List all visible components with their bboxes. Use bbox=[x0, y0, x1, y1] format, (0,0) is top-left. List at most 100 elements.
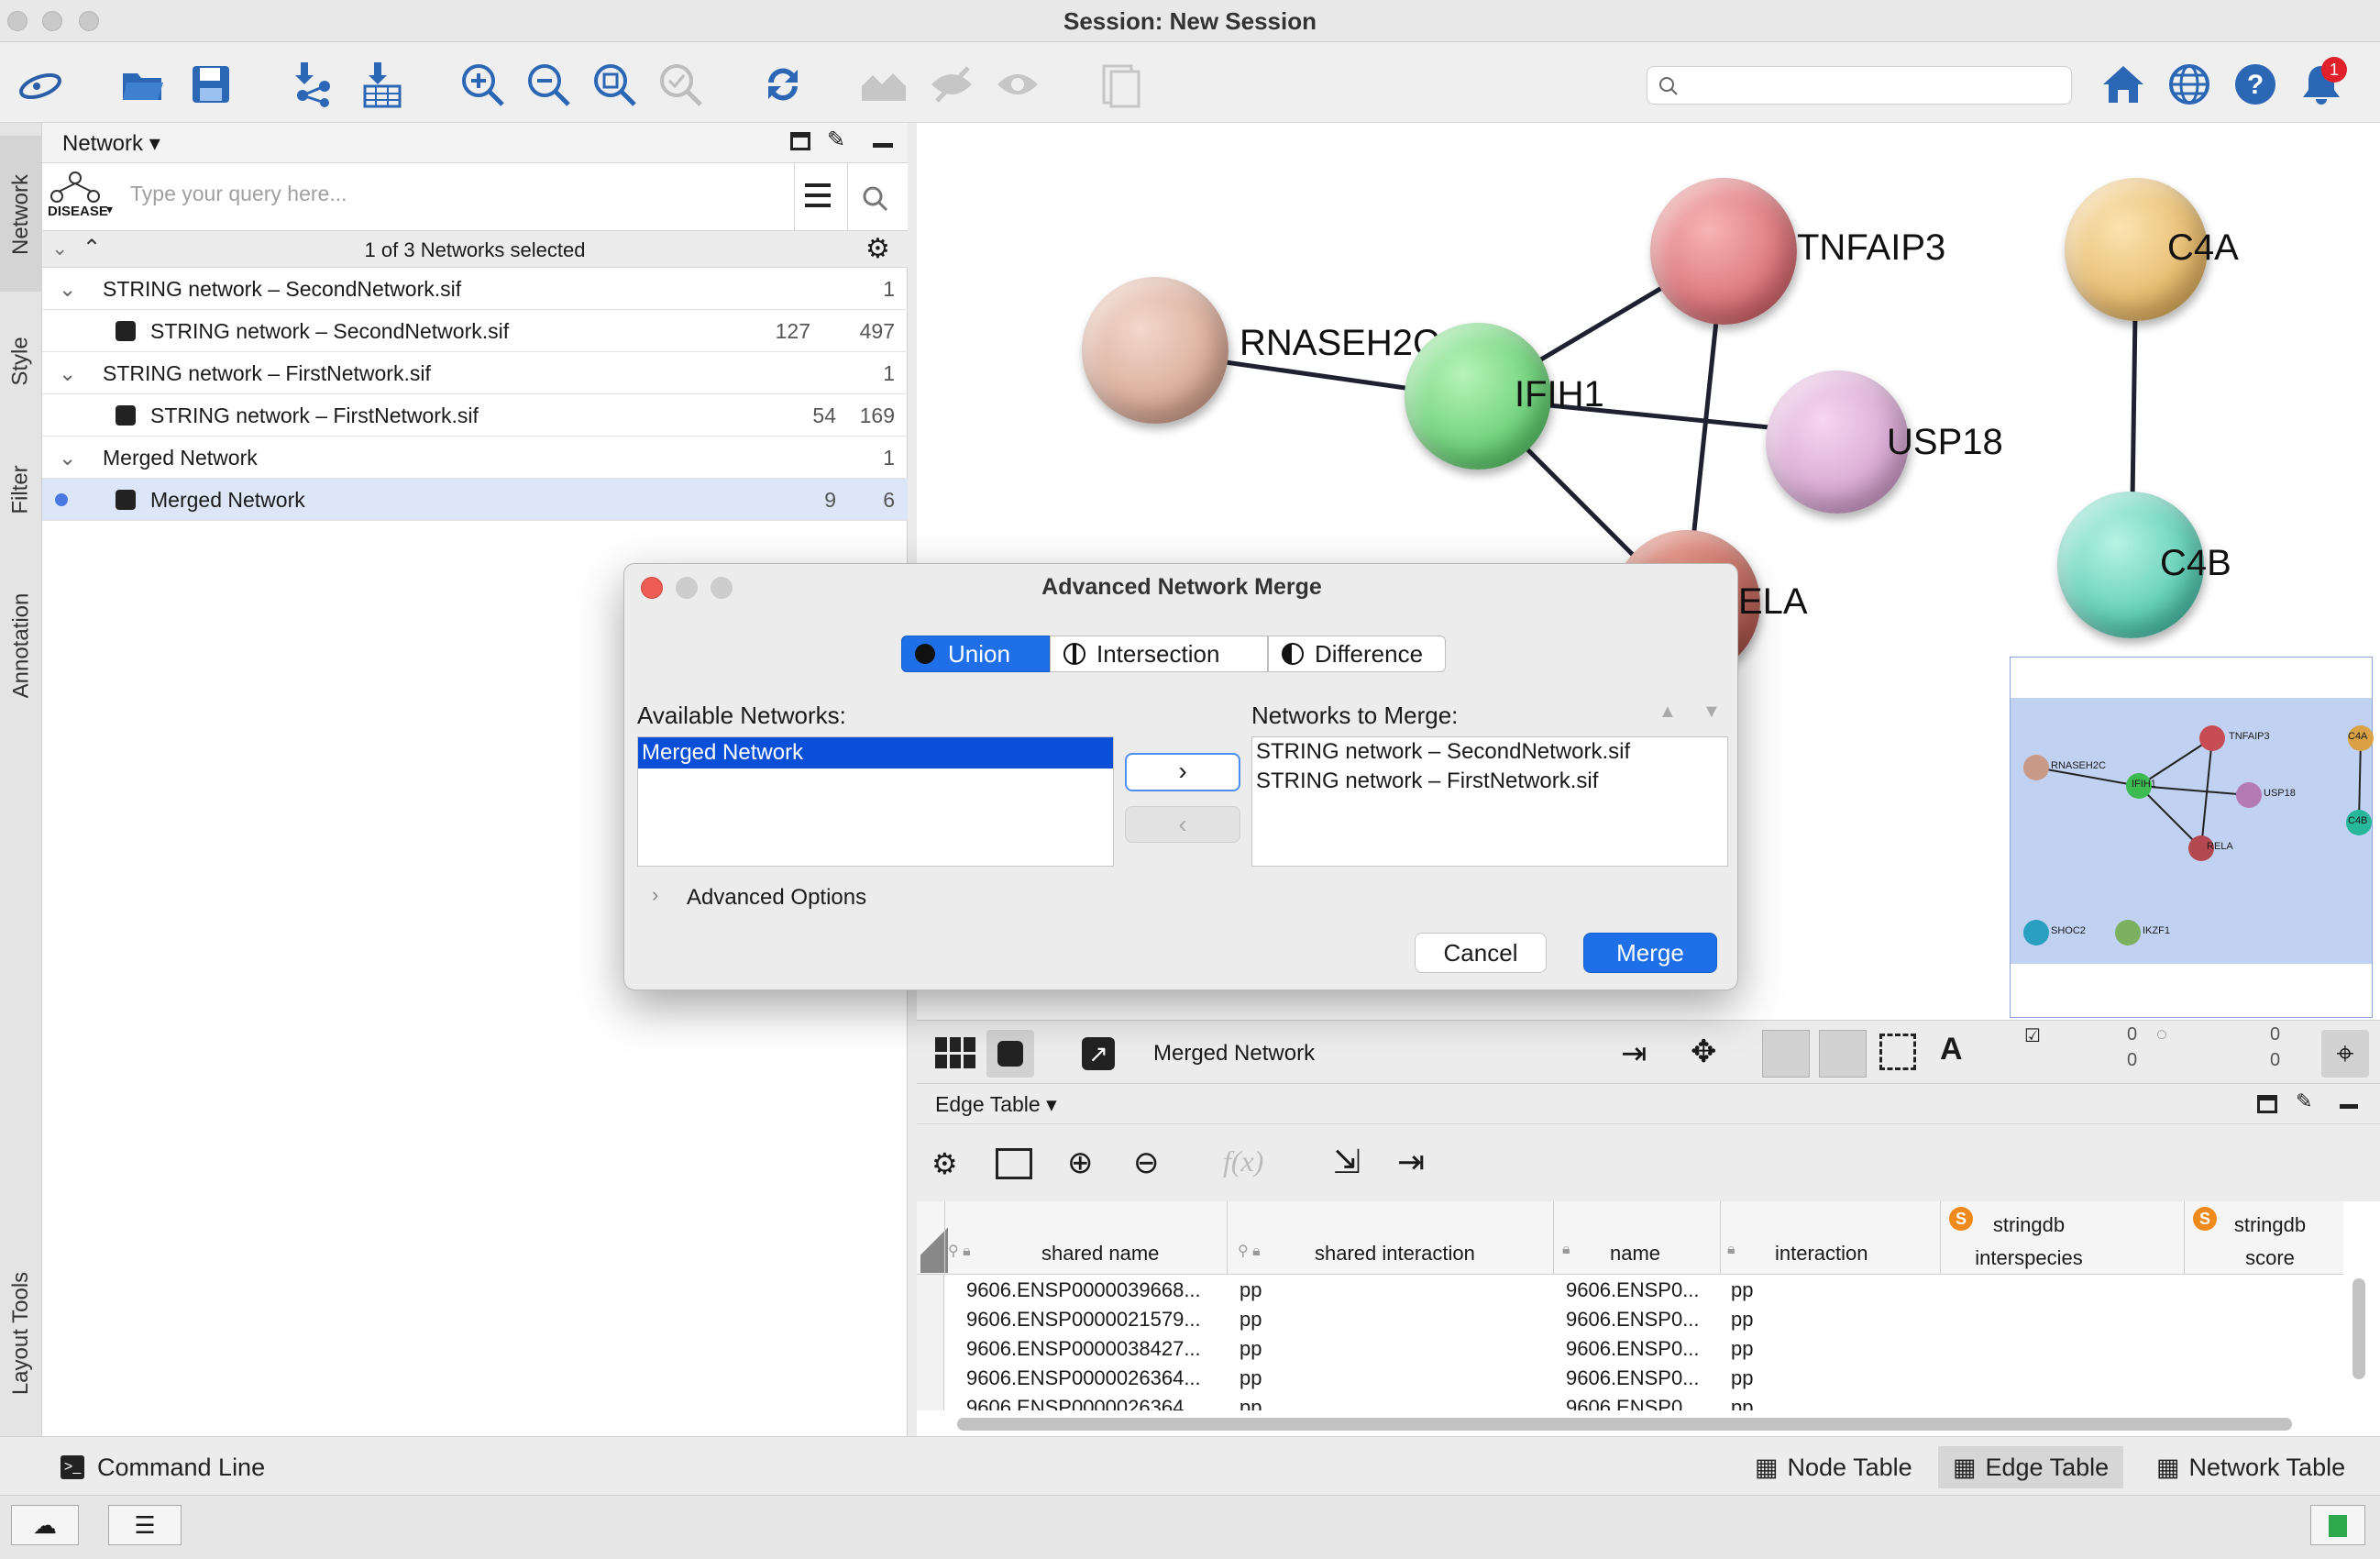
command-line-button[interactable]: >_ Command Line bbox=[46, 1446, 280, 1488]
zoom-in-icon[interactable] bbox=[455, 57, 510, 112]
edge-table-title[interactable]: Edge Table ▾ bbox=[935, 1092, 1057, 1117]
chevron-down-icon[interactable]: ⌄ bbox=[59, 277, 76, 302]
move-icon[interactable]: ✥ bbox=[1691, 1034, 1717, 1070]
export-arrow-icon[interactable]: ↗ bbox=[1082, 1037, 1115, 1070]
col-stringdb-interspecies[interactable]: stringdb interspecies bbox=[1967, 1209, 2090, 1275]
col-stringdb-score[interactable]: stringdb score bbox=[2224, 1209, 2316, 1275]
globe-icon[interactable] bbox=[2162, 57, 2217, 112]
float-panel-icon[interactable] bbox=[2257, 1095, 2277, 1113]
table-row[interactable]: 9606.ENSP0000026364... pp 9606.ENSP0... pp bbox=[917, 1392, 2347, 1410]
select-nodes-toggle[interactable] bbox=[1762, 1030, 1810, 1078]
export-table-icon[interactable]: ⇥ bbox=[1397, 1143, 1425, 1181]
column-layout-icon[interactable] bbox=[996, 1148, 1032, 1179]
text-annotation-icon[interactable]: A bbox=[1940, 1032, 1963, 1067]
pin-icon[interactable]: ✎ bbox=[2296, 1089, 2312, 1113]
search-input[interactable] bbox=[1647, 66, 2072, 105]
cancel-button[interactable]: Cancel bbox=[1415, 933, 1547, 973]
select-annotations-icon[interactable] bbox=[1879, 1034, 1916, 1070]
tab-node-table[interactable]: ▦ Node Table bbox=[1740, 1446, 1927, 1488]
table-row[interactable]: 9606.ENSP0000021579... pp 9606.ENSP0... pp bbox=[917, 1304, 2347, 1333]
tree-network-row[interactable]: STRING network – SecondNetwork.sif 127 4… bbox=[42, 310, 908, 352]
show-icon[interactable] bbox=[990, 57, 1045, 112]
query-search-icon[interactable] bbox=[862, 185, 889, 213]
delete-column-icon[interactable]: ⊖ bbox=[1133, 1144, 1160, 1181]
export-icon[interactable]: ⇥ bbox=[1621, 1035, 1647, 1072]
col-name[interactable]: name bbox=[1610, 1242, 1660, 1266]
function-builder-icon[interactable]: f(x) bbox=[1223, 1144, 1263, 1178]
zoom-selected-icon[interactable] bbox=[653, 57, 708, 112]
gear-icon[interactable]: ⚙ bbox=[865, 233, 890, 265]
minimize-panel-icon[interactable] bbox=[873, 143, 893, 148]
tab-network-table[interactable]: ▦ Network Table bbox=[2142, 1446, 2360, 1488]
available-networks-list[interactable]: Merged Network bbox=[637, 736, 1114, 867]
table-row[interactable]: 9606.ENSP0000038427... pp 9606.ENSP0... pp bbox=[917, 1333, 2347, 1363]
import-table-icon[interactable] bbox=[354, 57, 409, 112]
vertical-scrollbar[interactable] bbox=[2352, 1278, 2365, 1379]
tab-network[interactable]: Network bbox=[0, 160, 42, 270]
float-panel-icon[interactable] bbox=[790, 132, 810, 150]
horizontal-scrollbar[interactable] bbox=[957, 1418, 2292, 1431]
memory-status-icon[interactable] bbox=[2310, 1505, 2365, 1545]
pin-icon[interactable]: ✎ bbox=[827, 127, 845, 153]
network-panel-title[interactable]: Network ▾ bbox=[62, 130, 160, 157]
import-table-icon[interactable]: ⇲ bbox=[1333, 1143, 1361, 1181]
gear-icon[interactable]: ⚙ bbox=[931, 1146, 958, 1181]
minimap[interactable]: RNASEH2C IFIH1 TNFAIP3 USP18 RELA C4A C4… bbox=[2010, 657, 2374, 1018]
task-list-icon[interactable]: ☰ bbox=[108, 1505, 182, 1545]
chevron-down-icon[interactable]: ⌄ bbox=[59, 361, 76, 386]
help-icon[interactable]: ? bbox=[2228, 57, 2283, 112]
disease-query-selector[interactable]: DISEASE ▾ bbox=[48, 171, 117, 226]
tree-network-row[interactable]: STRING network – FirstNetwork.sif 54 169 bbox=[42, 394, 908, 437]
import-network-icon[interactable] bbox=[284, 57, 339, 112]
chevron-down-icon[interactable]: ⌄ bbox=[59, 446, 76, 470]
networks-to-merge-list[interactable]: STRING network – SecondNetwork.sif STRIN… bbox=[1251, 736, 1728, 867]
refresh-icon[interactable] bbox=[755, 57, 810, 112]
intersection-mode-button[interactable]: Intersection bbox=[1050, 636, 1268, 672]
list-item[interactable]: STRING network – FirstNetwork.sif bbox=[1252, 767, 1727, 796]
hide-icon[interactable] bbox=[924, 57, 979, 112]
tree-network-row-selected[interactable]: Merged Network 9 6 bbox=[42, 479, 908, 521]
home-nodes-icon[interactable] bbox=[856, 57, 911, 112]
advanced-options-toggle[interactable]: Advanced Options bbox=[687, 885, 866, 911]
col-shared-interaction[interactable]: shared interaction bbox=[1315, 1242, 1475, 1266]
clipboard-icon[interactable] bbox=[1093, 57, 1148, 112]
open-folder-icon[interactable] bbox=[116, 57, 171, 112]
add-to-merge-button[interactable]: › bbox=[1125, 753, 1240, 791]
tab-edge-table[interactable]: ▦ Edge Table bbox=[1938, 1446, 2124, 1488]
table-row[interactable]: 9606.ENSP0000039668... pp 9606.ENSP0... pp bbox=[917, 1275, 2347, 1304]
tab-filter[interactable]: Filter bbox=[0, 444, 42, 536]
add-column-icon[interactable]: ⊕ bbox=[1067, 1144, 1094, 1181]
move-down-icon[interactable]: ▼ bbox=[1702, 702, 1721, 723]
move-up-icon[interactable]: ▲ bbox=[1658, 702, 1677, 723]
chevron-right-icon[interactable]: › bbox=[652, 883, 658, 907]
tree-group-row[interactable]: ⌄ Merged Network 1 bbox=[42, 437, 908, 479]
union-mode-button[interactable]: Union bbox=[901, 636, 1050, 672]
query-input[interactable]: Type your query here... bbox=[130, 182, 347, 206]
crosshair-icon[interactable]: ⌖ bbox=[2321, 1030, 2369, 1078]
tree-group-row[interactable]: ⌄ STRING network – FirstNetwork.sif 1 bbox=[42, 352, 908, 394]
list-item-selected[interactable]: Merged Network bbox=[638, 737, 1113, 768]
save-icon[interactable] bbox=[183, 57, 238, 112]
remove-from-merge-button[interactable]: ‹ bbox=[1125, 806, 1240, 843]
tab-style[interactable]: Style bbox=[0, 315, 42, 407]
zoom-fit-icon[interactable] bbox=[587, 57, 642, 112]
merge-button[interactable]: Merge bbox=[1583, 933, 1717, 973]
col-interaction[interactable]: interaction bbox=[1775, 1242, 1868, 1266]
list-item[interactable]: STRING network – SecondNetwork.sif bbox=[1252, 737, 1727, 767]
node-tnfaip3[interactable] bbox=[1650, 178, 1797, 325]
app-logo-icon[interactable] bbox=[13, 57, 68, 112]
home-icon[interactable] bbox=[2096, 57, 2151, 112]
node-rnaseh2c[interactable] bbox=[1082, 277, 1229, 424]
select-edges-toggle[interactable] bbox=[1819, 1030, 1867, 1078]
options-menu-icon[interactable] bbox=[805, 183, 831, 207]
grid-view-icon[interactable] bbox=[935, 1037, 975, 1068]
zoom-out-icon[interactable] bbox=[521, 57, 576, 112]
tab-layout-tools[interactable]: Layout Tools bbox=[0, 1242, 42, 1425]
table-row[interactable]: 9606.ENSP0000026364... pp 9606.ENSP0... pp bbox=[917, 1363, 2347, 1392]
tree-group-row[interactable]: ⌄ STRING network – SecondNetwork.sif 1 bbox=[42, 268, 908, 310]
col-shared-name[interactable]: shared name bbox=[1041, 1242, 1159, 1266]
minimize-panel-icon[interactable] bbox=[2340, 1104, 2358, 1109]
tab-annotation[interactable]: Annotation bbox=[0, 563, 42, 728]
network-view-toggle[interactable] bbox=[986, 1030, 1034, 1078]
cloud-icon[interactable]: ☁ bbox=[11, 1505, 79, 1545]
